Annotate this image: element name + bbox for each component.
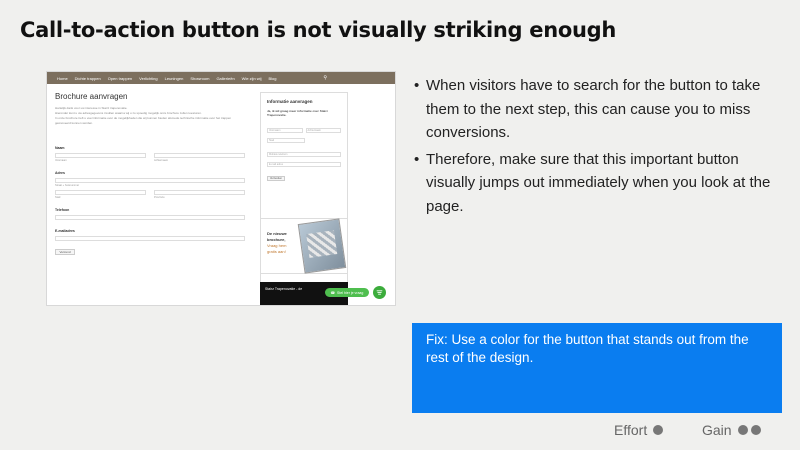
fix-box: Fix: Use a color for the button that sta… [412,323,782,413]
brochure-promo[interactable]: De nieuwe brochure, Vraag hem gratis aan… [261,218,347,274]
gain-dot [750,425,761,435]
menu-fab-button[interactable] [373,286,386,299]
nav-item[interactable]: Blog [268,76,276,81]
phone-label: Telefoon [55,208,70,212]
gain-rating: Gain [702,422,761,438]
page-title: Brochure aanvragen [55,92,128,101]
sidebar-city-input[interactable]: Stad [267,138,305,143]
nav-item[interactable]: Gallerieën [216,76,234,81]
last-name-input[interactable] [154,153,245,158]
address-label: Adres [55,171,65,175]
street-input[interactable] [55,178,245,183]
website-screenshot: Home Dichte trappen Open trappen Verlich… [46,71,396,306]
submit-button[interactable]: Verzend [55,249,75,255]
nav-item[interactable]: Home [57,76,68,81]
sidebar-submit-button[interactable]: Verzenden [267,176,285,181]
website-nav: Home Dichte trappen Open trappen Verlich… [47,72,395,84]
sidebar-title: Informatie aanvragen [267,99,313,104]
chat-icon: ☎ [330,290,336,295]
search-icon[interactable]: ⚲ [323,75,327,81]
effort-dot [653,425,664,435]
nav-item[interactable]: Dichte trappen [75,76,101,81]
city-input[interactable] [55,190,146,195]
sidebar: Informatie aanvragen Ja, ik wil graag me… [260,92,348,287]
nav-item[interactable]: Open trappen [108,76,132,81]
brochure-form: Brochure aanvragen Hartelijk dank voor u… [55,92,245,255]
slide-title: Call-to-action button is not visually st… [20,18,617,42]
fix-text: Fix: Use a color for the button that sta… [426,332,749,365]
gain-dot [737,425,748,435]
city-label: Stad [55,196,61,199]
bullet-text: Therefore, make sure that this important… [426,150,771,215]
bullet-text: When visitors have to search for the but… [426,77,761,141]
first-name-input[interactable] [55,153,146,158]
province-label: Provincie [154,196,165,199]
brochure-image [297,218,347,274]
last-name-label: Achternaam [154,159,168,162]
effort-rating: Effort [614,422,664,438]
email-input[interactable] [55,236,245,241]
bullet-list: • When visitors have to search for the b… [414,74,784,221]
bullet-dot: • [414,77,420,94]
email-label: E-mailadres [55,229,75,233]
nav-item[interactable]: Leuningen [165,76,184,81]
intro-text: In onze brochure treft u veel informatie… [55,116,232,125]
bullet-item: • When visitors have to search for the b… [414,74,784,145]
menu-icon [376,290,383,295]
whatsapp-label: Stel hier je vraag [337,290,364,295]
phone-input[interactable] [55,215,245,220]
gain-label: Gain [702,422,732,438]
nav-item[interactable]: Showroom [190,76,209,81]
sidebar-email-input[interactable]: E-mail adres [267,162,341,167]
sidebar-phone-input[interactable]: Mobiele telefoon [267,152,341,157]
whatsapp-chat-button[interactable]: ☎ Stel hier je vraag [325,288,369,297]
first-name-label: Voornaam [55,159,67,162]
nav-item[interactable]: Verlichting [139,76,157,81]
province-input[interactable] [154,190,245,195]
sidebar-first-name-input[interactable]: Voornaam [267,128,303,133]
nav-item[interactable]: Wie zijn wij [242,76,262,81]
effort-label: Effort [614,422,648,438]
bullet-item: • Therefore, make sure that this importa… [414,148,784,219]
sidebar-subtitle: Ja, ik wil graag meer informatie over St… [267,109,328,117]
sidebar-last-name-input[interactable]: Achternaam [305,128,341,133]
bullet-dot: • [414,150,420,168]
info-request-form: Informatie aanvragen Ja, ik wil graag me… [261,93,347,219]
